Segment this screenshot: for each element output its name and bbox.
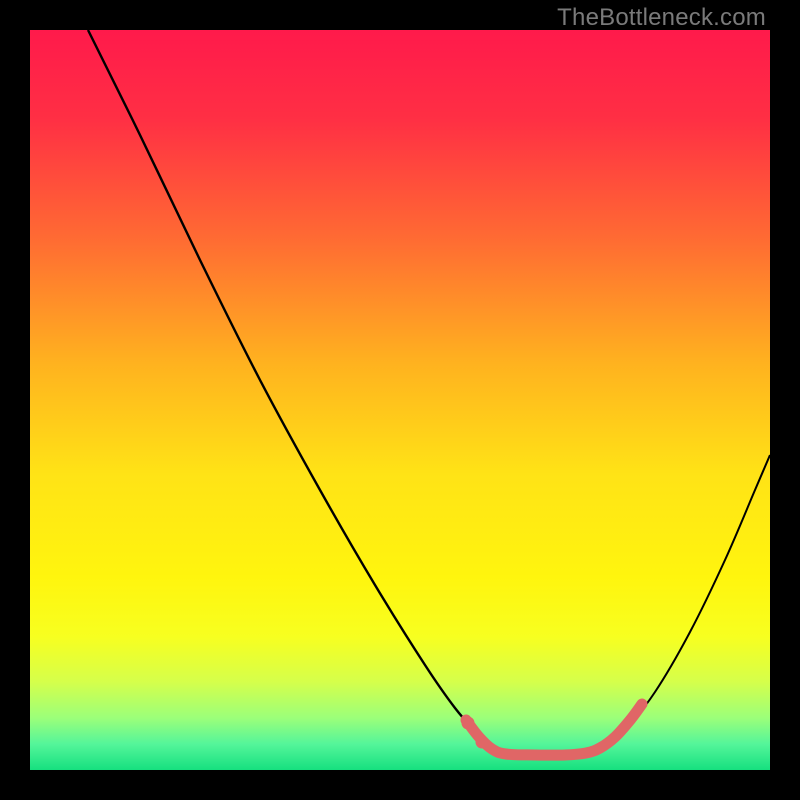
- chart-frame: [30, 30, 770, 770]
- highlight-dot-1: [476, 736, 489, 749]
- bottleneck-chart: [30, 30, 770, 770]
- highlight-dot-0: [462, 717, 475, 730]
- chart-background: [30, 30, 770, 770]
- watermark-text: TheBottleneck.com: [557, 4, 766, 32]
